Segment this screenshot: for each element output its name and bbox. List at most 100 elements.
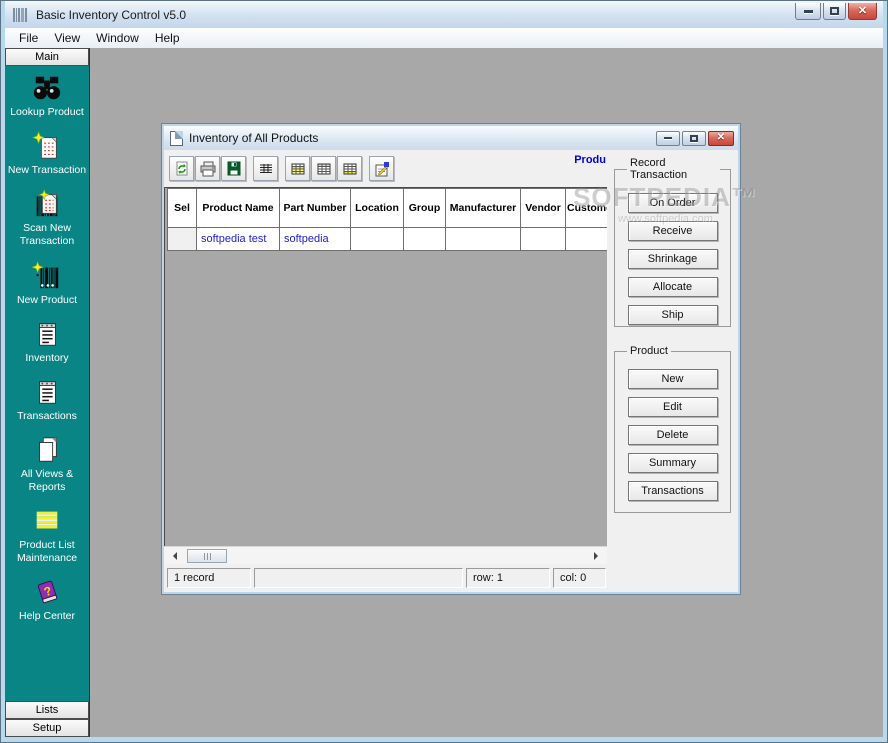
sidebar-item-lookup-product[interactable]: Lookup Product	[5, 73, 89, 119]
scroll-left-button[interactable]	[167, 549, 183, 563]
edit-button[interactable]: Edit	[628, 397, 718, 417]
scrollbar-thumb[interactable]	[187, 549, 227, 563]
on-order-button[interactable]: On Order	[628, 193, 718, 213]
cell-part-number[interactable]: softpedia	[280, 228, 351, 251]
data-grid: Sel Product Name Part Number Location Gr…	[164, 187, 607, 546]
cell-vendor[interactable]	[521, 228, 566, 251]
documents-icon	[32, 435, 62, 465]
menu-bar: File View Window Help	[5, 28, 883, 48]
sidebar-item-transactions[interactable]: Transactions	[5, 377, 89, 423]
delete-button[interactable]: Delete	[628, 425, 718, 445]
column-header-customer[interactable]: Customer	[566, 189, 608, 228]
transactions-button[interactable]: Transactions	[628, 481, 718, 501]
notepad-icon	[32, 377, 62, 407]
print-button[interactable]	[195, 156, 220, 181]
ship-button[interactable]: Ship	[628, 305, 718, 325]
action-pane: Record Transaction On Order Receive Shri…	[607, 150, 738, 592]
minimize-button[interactable]	[795, 3, 821, 20]
app-barcode-icon	[13, 8, 29, 22]
close-icon: ✕	[717, 133, 725, 143]
table-row[interactable]: softpedia test softpedia	[168, 228, 608, 251]
status-bar: 1 record row: 1 col: 0	[164, 564, 607, 592]
sidebar-item-all-views-reports[interactable]: All Views & Reports	[5, 435, 89, 494]
table-view-button[interactable]	[253, 156, 278, 181]
allocate-button[interactable]: Allocate	[628, 277, 718, 297]
sidebar-tab-setup[interactable]: Setup	[5, 719, 89, 737]
cell-group[interactable]	[404, 228, 446, 251]
sidebar-item-product-list-maintenance[interactable]: Product List Maintenance	[5, 506, 89, 565]
record-transaction-group: Record Transaction On Order Receive Shri…	[614, 157, 731, 327]
status-row: row: 1	[466, 568, 550, 588]
products-link[interactable]: Produ	[574, 154, 606, 166]
sidebar-item-scan-new-transaction[interactable]: Scan New Transaction	[5, 189, 89, 248]
shrinkage-button[interactable]: Shrinkage	[628, 249, 718, 269]
column-header-vendor[interactable]: Vendor	[521, 189, 566, 228]
table-view-gray-button[interactable]	[311, 156, 336, 181]
scan-receipt-icon	[32, 189, 62, 219]
refresh-icon	[174, 161, 190, 177]
minimize-icon	[804, 10, 813, 13]
sidebar-tab-lists[interactable]: Lists	[5, 701, 89, 719]
properties-button[interactable]	[369, 156, 394, 181]
cell-customer[interactable]	[566, 228, 608, 251]
sidebar-item-inventory[interactable]: Inventory	[5, 319, 89, 365]
column-header-group[interactable]: Group	[404, 189, 446, 228]
inventory-window: Inventory of All Products ✕	[161, 123, 741, 595]
inventory-window-title: Inventory of All Products	[189, 131, 318, 145]
maximize-button[interactable]	[823, 3, 846, 20]
sidebar-item-help-center[interactable]: ? Help Center	[5, 577, 89, 623]
inner-close-button[interactable]: ✕	[708, 131, 734, 146]
menu-help[interactable]: Help	[147, 29, 188, 47]
column-header-manufacturer[interactable]: Manufacturer	[446, 189, 521, 228]
toolbar: Produ	[164, 150, 607, 187]
scroll-right-button[interactable]	[588, 549, 604, 563]
inner-restore-button[interactable]	[682, 131, 706, 146]
sidebar-item-label: Help Center	[6, 610, 88, 623]
new-button[interactable]: New	[628, 369, 718, 389]
cell-location[interactable]	[351, 228, 404, 251]
horizontal-scrollbar[interactable]	[164, 546, 607, 564]
window-frame: Basic Inventory Control v5.0 ✕ File View…	[1, 1, 887, 742]
column-header-part-number[interactable]: Part Number	[280, 189, 351, 228]
sidebar-item-label: Lookup Product	[6, 106, 88, 119]
sidebar-item-label: New Transaction	[6, 164, 88, 177]
properties-icon	[374, 161, 390, 177]
table-colored-icon	[290, 161, 306, 177]
sidebar-item-label: All Views & Reports	[6, 468, 88, 494]
close-icon: ✕	[858, 6, 867, 17]
sidebar-tab-main[interactable]: Main	[5, 48, 89, 66]
close-button[interactable]: ✕	[848, 3, 877, 20]
cell-sel[interactable]	[168, 228, 197, 251]
arrow-left-icon	[169, 552, 177, 560]
cell-manufacturer[interactable]	[446, 228, 521, 251]
sidebar-nav: Lookup Product New Transaction	[5, 66, 89, 701]
column-header-location[interactable]: Location	[351, 189, 404, 228]
sidebar-item-new-product[interactable]: New Product	[5, 261, 89, 307]
window-controls: ✕	[795, 3, 877, 20]
titlebar[interactable]: Basic Inventory Control v5.0 ✕	[5, 1, 883, 28]
sidebar-item-label: New Product	[6, 294, 88, 307]
menu-file[interactable]: File	[11, 29, 46, 47]
cell-product-name[interactable]: softpedia test	[197, 228, 280, 251]
client-area: Main Lookup Product	[5, 48, 883, 737]
inner-minimize-button[interactable]	[656, 131, 680, 146]
inventory-window-titlebar[interactable]: Inventory of All Products ✕	[164, 126, 738, 150]
summary-button[interactable]: Summary	[628, 453, 718, 473]
refresh-button[interactable]	[169, 156, 194, 181]
restore-icon	[690, 135, 698, 142]
sidebar-item-new-transaction[interactable]: New Transaction	[5, 131, 89, 177]
table-view-partial-button[interactable]	[337, 156, 362, 181]
status-col: col: 0	[553, 568, 606, 588]
menu-window[interactable]: Window	[88, 29, 147, 47]
receive-button[interactable]: Receive	[628, 221, 718, 241]
menu-view[interactable]: View	[46, 29, 88, 47]
column-header-sel[interactable]: Sel	[168, 189, 197, 228]
table-view-colored-button[interactable]	[285, 156, 310, 181]
sidebar-bottom-tabs: Lists Setup	[5, 701, 89, 737]
arrow-right-icon	[594, 552, 602, 560]
save-icon	[226, 161, 242, 177]
save-button[interactable]	[221, 156, 246, 181]
column-header-product-name[interactable]: Product Name	[197, 189, 280, 228]
grid-pane: Produ Sel Product Name	[164, 150, 607, 592]
record-transaction-group-title: Record Transaction	[627, 157, 720, 181]
